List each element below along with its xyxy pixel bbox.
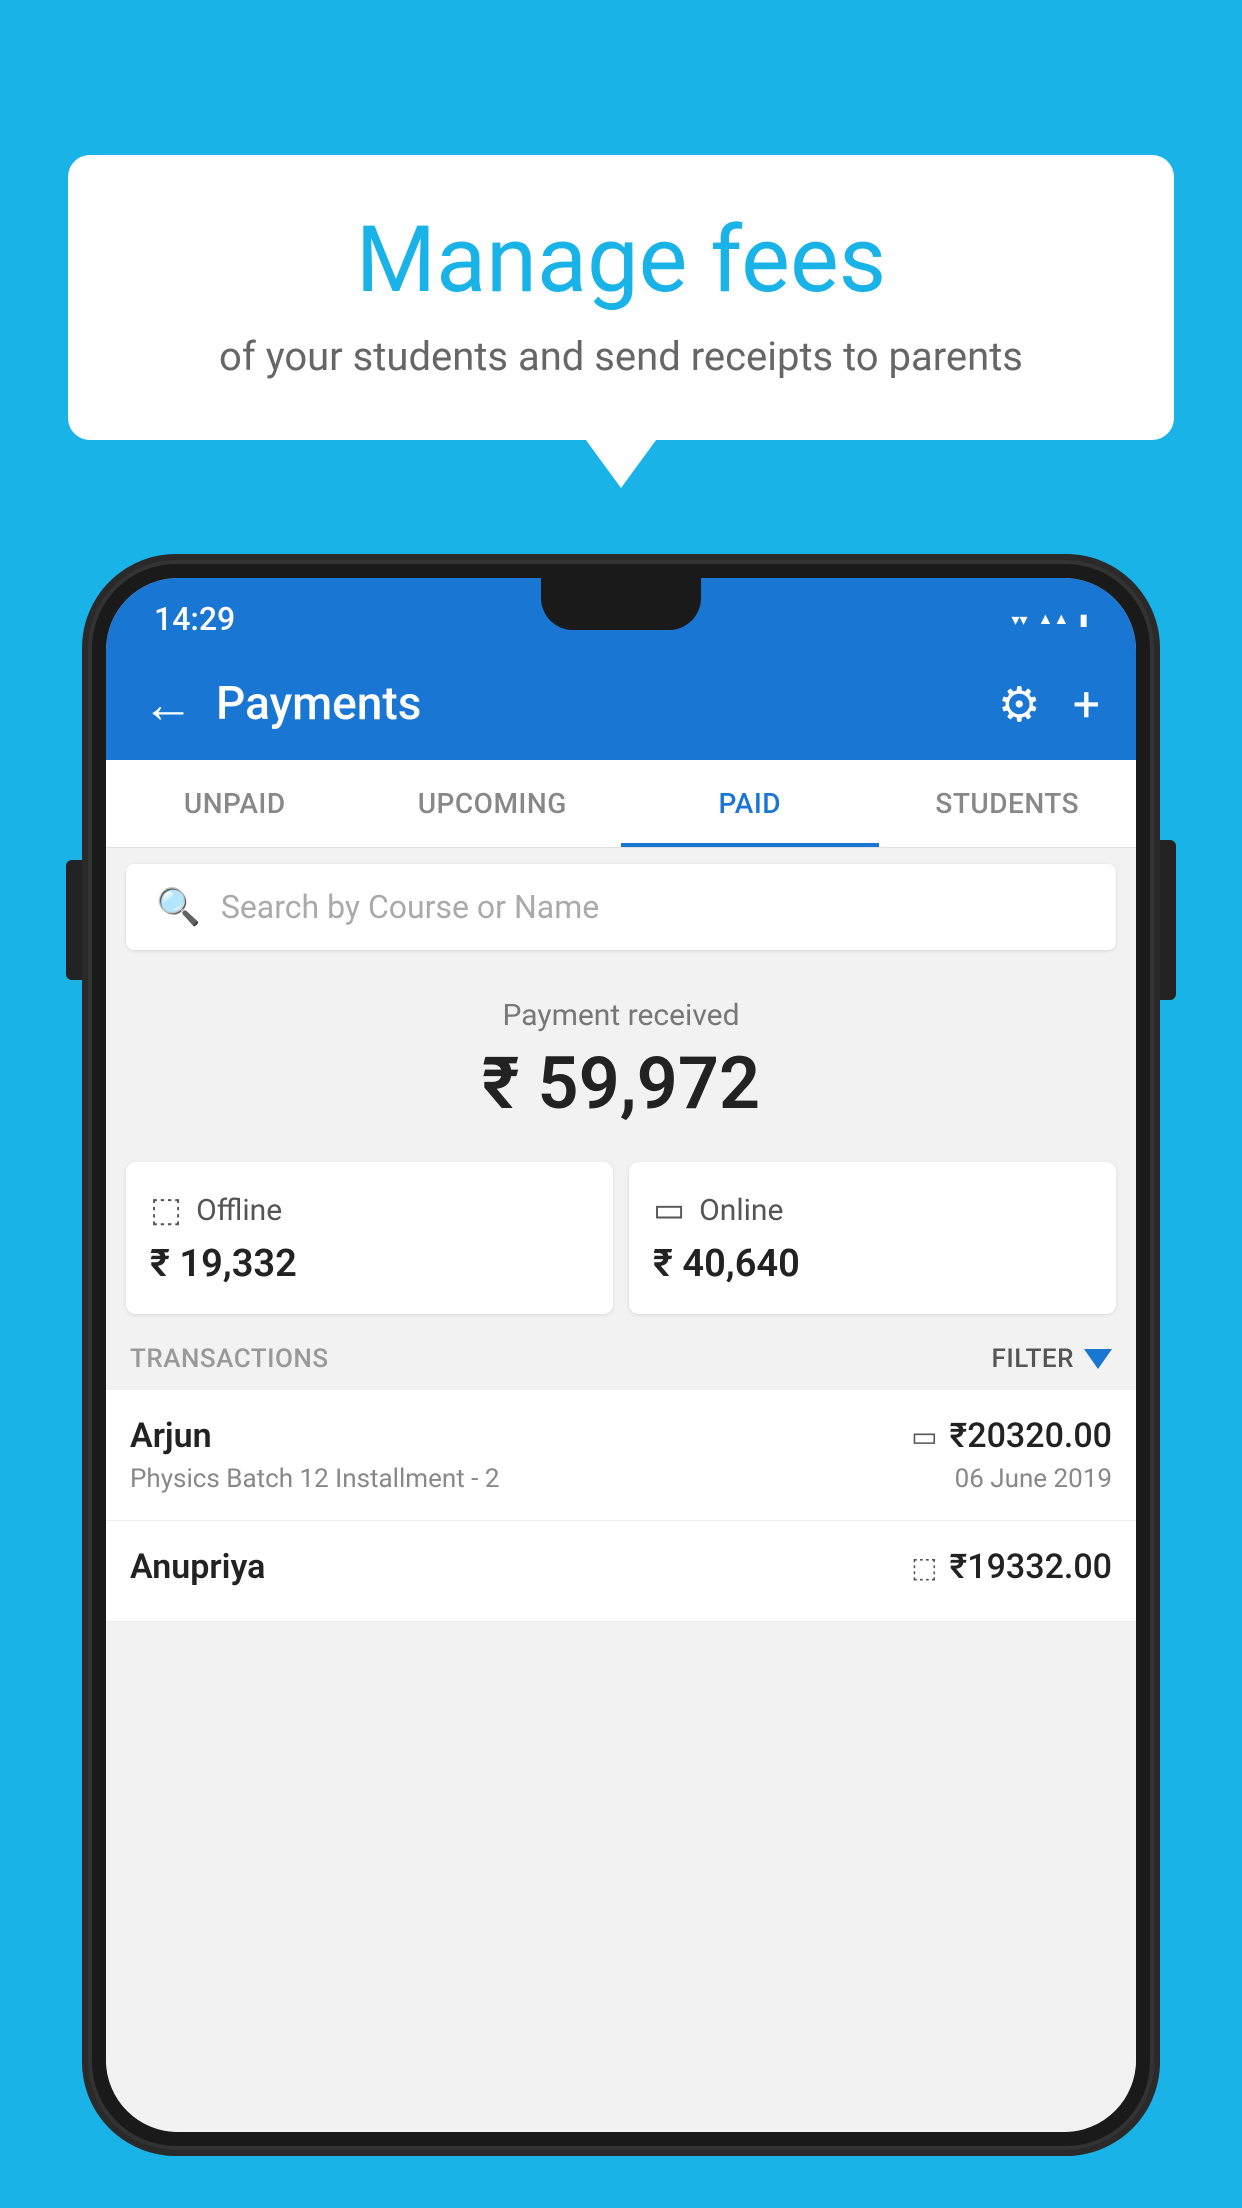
offline-card: ⬚ Offline ₹ 19,332 [126,1162,613,1314]
transaction-row1: Arjun ▭ ₹20320.00 [130,1416,1112,1456]
gear-icon[interactable]: ⚙ [998,676,1041,733]
filter-icon [1084,1349,1112,1369]
online-label: Online [699,1193,783,1228]
app-bar-left: ← Payments [142,674,421,735]
back-icon[interactable]: ← [142,674,194,735]
tab-paid[interactable]: PAID [621,760,879,847]
payment-cards: ⬚ Offline ₹ 19,332 ▭ Online ₹ 40,640 [106,1162,1136,1314]
transaction-name: Arjun [130,1416,212,1456]
status-time: 14:29 [154,600,235,638]
speech-bubble-container: Manage fees of your students and send re… [68,155,1174,440]
transaction-row1: Anupriya ⬚ ₹19332.00 [130,1547,1112,1587]
transaction-row2: Physics Batch 12 Installment - 2 06 June… [130,1464,1112,1494]
transaction-item[interactable]: Arjun ▭ ₹20320.00 Physics Batch 12 Insta… [106,1390,1136,1521]
wifi-icon: ▾▾ [1011,610,1027,629]
transaction-amount: ₹19332.00 [950,1547,1112,1587]
payment-received-label: Payment received [106,998,1136,1033]
transaction-item[interactable]: Anupriya ⬚ ₹19332.00 [106,1521,1136,1622]
transaction-name: Anupriya [130,1547,265,1587]
offline-label: Offline [196,1193,282,1228]
cash-icon: ⬚ [911,1551,937,1584]
offline-amount: ₹ 19,332 [150,1242,589,1286]
online-card-header: ▭ Online [653,1190,1092,1230]
credit-card-icon: ▭ [911,1420,937,1453]
payment-total-amount: ₹ 59,972 [106,1041,1136,1126]
offline-card-header: ⬚ Offline [150,1190,589,1230]
tab-unpaid[interactable]: UNPAID [106,760,364,847]
transaction-amount-wrap: ▭ ₹20320.00 [911,1416,1112,1456]
tab-students[interactable]: STUDENTS [879,760,1137,847]
app-bar: ← Payments ⚙ + [106,648,1136,760]
search-icon: 🔍 [156,886,201,928]
main-content: 🔍 Search by Course or Name Payment recei… [106,848,1136,2132]
tab-upcoming[interactable]: UPCOMING [364,760,622,847]
speech-bubble-title: Manage fees [128,210,1114,311]
phone-screen: 14:29 ▾▾ ▲▲ ▮ ← Payments ⚙ + [106,578,1136,2132]
signal-icon: ▲▲ [1038,609,1070,629]
tab-bar: UNPAID UPCOMING PAID STUDENTS [106,760,1136,848]
status-icons: ▾▾ ▲▲ ▮ [1011,609,1088,629]
phone-mockup: 14:29 ▾▾ ▲▲ ▮ ← Payments ⚙ + [88,560,1154,2208]
app-bar-actions: ⚙ + [998,676,1100,733]
app-bar-title: Payments [216,677,421,731]
phone-outer: 14:29 ▾▾ ▲▲ ▮ ← Payments ⚙ + [88,560,1154,2150]
transaction-amount: ₹20320.00 [950,1416,1112,1456]
online-card: ▭ Online ₹ 40,640 [629,1162,1116,1314]
filter-button[interactable]: FILTER [992,1344,1112,1374]
transactions-header: TRANSACTIONS FILTER [106,1314,1136,1390]
filter-label: FILTER [992,1344,1074,1374]
phone-notch [541,578,701,630]
offline-icon: ⬚ [150,1190,182,1230]
transaction-date: 06 June 2019 [955,1464,1112,1494]
search-bar[interactable]: 🔍 Search by Course or Name [126,864,1116,950]
transactions-label: TRANSACTIONS [130,1344,329,1374]
transaction-amount-wrap: ⬚ ₹19332.00 [911,1547,1112,1587]
transaction-course: Physics Batch 12 Installment - 2 [130,1464,499,1494]
plus-icon[interactable]: + [1073,676,1100,733]
online-amount: ₹ 40,640 [653,1242,1092,1286]
payment-received-section: Payment received ₹ 59,972 [106,966,1136,1146]
search-placeholder: Search by Course or Name [221,888,599,926]
speech-bubble: Manage fees of your students and send re… [68,155,1174,440]
online-icon: ▭ [653,1190,685,1230]
speech-bubble-subtitle: of your students and send receipts to pa… [128,333,1114,380]
battery-icon: ▮ [1079,610,1088,629]
